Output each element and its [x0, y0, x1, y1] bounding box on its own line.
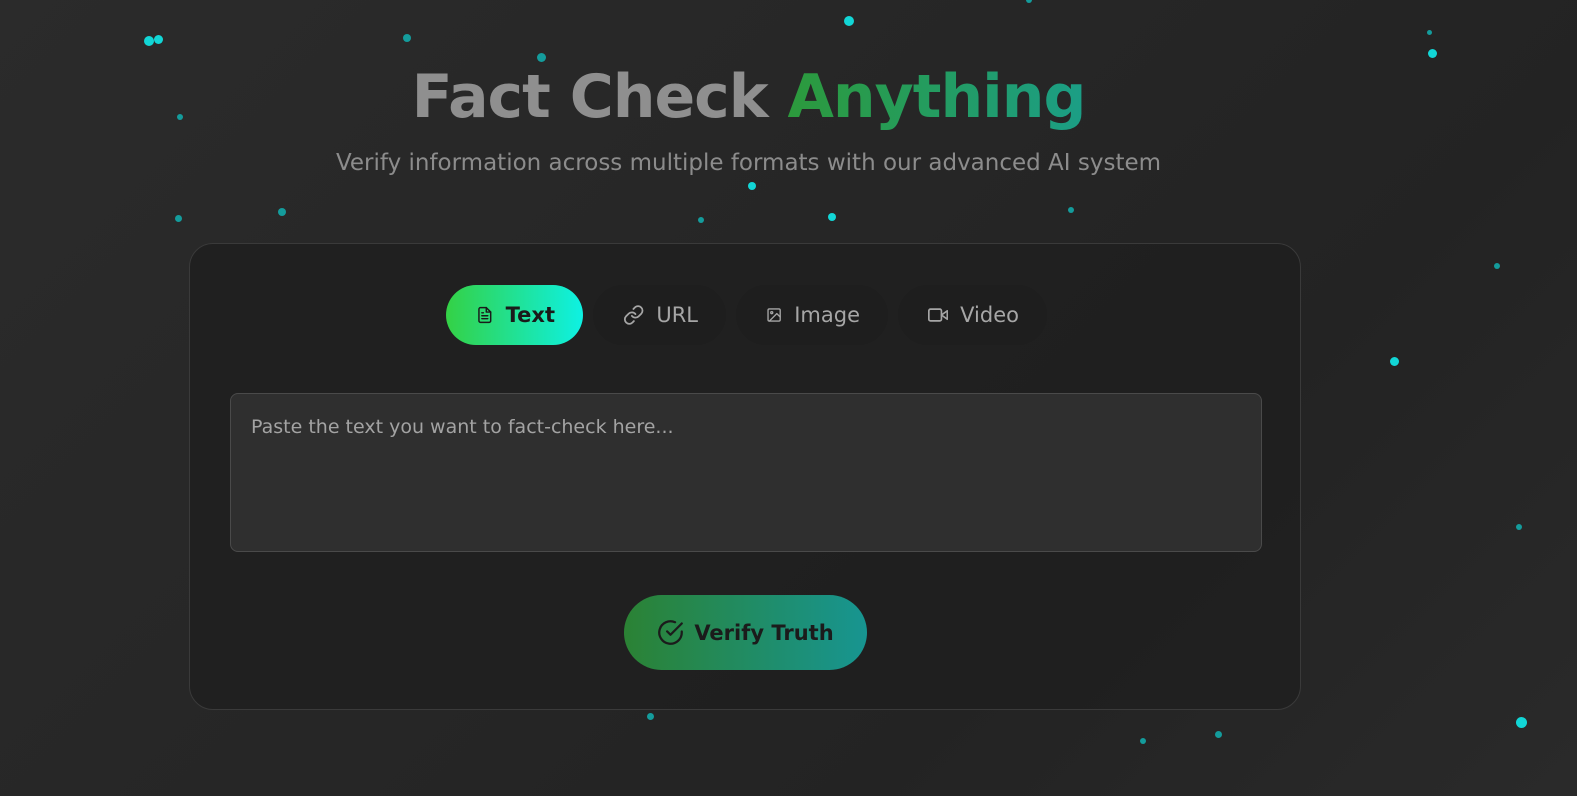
particle-dot [748, 182, 756, 190]
particle-dot [1215, 731, 1222, 738]
tab-video-label: Video [960, 303, 1019, 327]
video-icon [928, 308, 949, 322]
verify-button-label: Verify Truth [694, 620, 834, 645]
particle-dot [1068, 207, 1074, 213]
tab-url-label: URL [656, 303, 698, 327]
image-icon [767, 308, 781, 322]
particle-dot [828, 213, 836, 221]
particle-dot [844, 16, 854, 26]
particle-dot [1026, 0, 1032, 3]
format-tabs: Text URL Image Video [446, 285, 1047, 345]
particle-dot [144, 36, 154, 46]
particle-dot [1516, 717, 1527, 728]
tab-url[interactable]: URL [593, 285, 726, 345]
tab-image[interactable]: Image [736, 285, 888, 345]
particle-dot [698, 217, 704, 223]
particle-dot [403, 34, 411, 42]
particle-dot [278, 208, 286, 216]
fact-check-card: Text URL Image Video Paste the text you … [189, 243, 1301, 710]
particle-dot [1390, 357, 1399, 366]
verify-truth-button[interactable]: Verify Truth [624, 595, 867, 670]
particle-dot [647, 713, 654, 720]
tab-video[interactable]: Video [898, 285, 1047, 345]
title-plain-text: Fact Check [411, 62, 769, 132]
particle-dot [175, 215, 182, 222]
particle-dot [1140, 738, 1146, 744]
fact-check-text-input[interactable] [230, 393, 1262, 552]
particle-dot [1428, 49, 1437, 58]
page-subtitle: Verify information across multiple forma… [335, 150, 1162, 176]
particle-dot [154, 35, 163, 44]
particle-dot [537, 53, 546, 62]
particle-dot [1494, 263, 1500, 269]
link-icon [623, 305, 644, 325]
particle-dot [1427, 30, 1432, 35]
check-circle-icon [658, 620, 684, 645]
particle-dot [1516, 524, 1522, 530]
page-title: Fact Check Anything [0, 62, 1497, 132]
tab-text-label: Text [505, 303, 555, 327]
document-icon [478, 306, 492, 324]
title-accent-text: Anything [787, 62, 1087, 132]
tab-image-label: Image [794, 303, 860, 327]
tab-text[interactable]: Text [446, 285, 583, 345]
